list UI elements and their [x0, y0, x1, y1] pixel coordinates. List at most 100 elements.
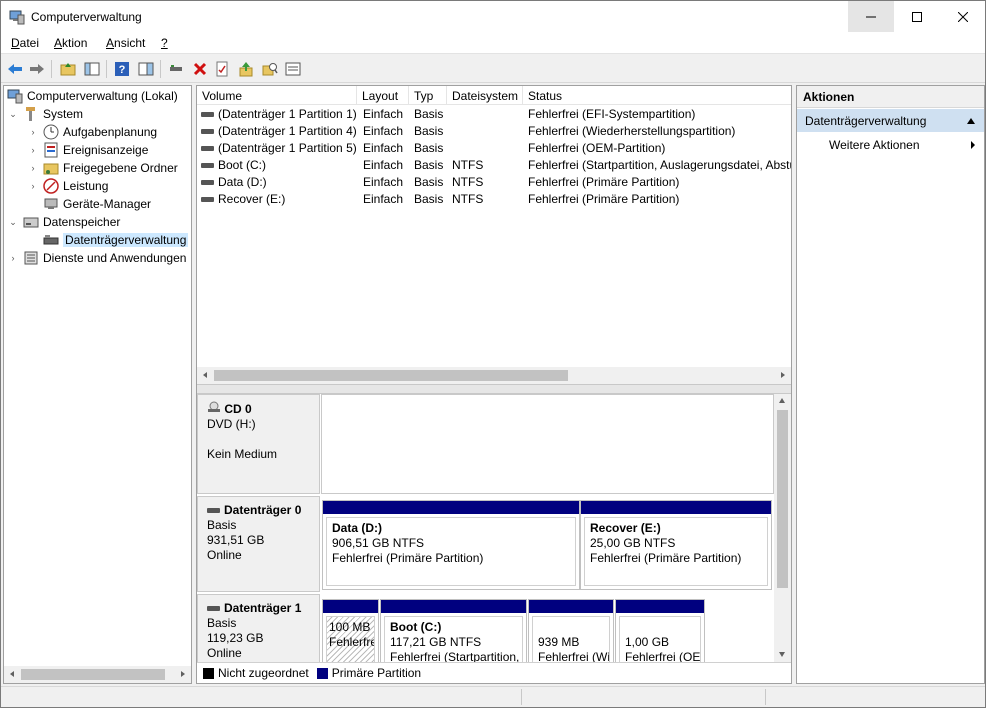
shared-folder-icon — [43, 163, 59, 175]
back-button[interactable] — [5, 59, 25, 79]
tree-item-datenspeicher[interactable]: ⌄ Datenspeicher — [7, 213, 120, 231]
graph-vertical-scrollbar[interactable] — [774, 394, 791, 662]
forward-button[interactable] — [27, 59, 47, 79]
export-button[interactable] — [236, 59, 256, 79]
maximize-button[interactable] — [894, 1, 940, 32]
tree-item-freigegebene-ordner[interactable]: › Freigegebene Ordner — [27, 159, 178, 177]
search-button[interactable] — [260, 59, 280, 79]
connect-button[interactable] — [166, 59, 186, 79]
help-icon: ? — [115, 62, 129, 76]
tree-horizontal-scrollbar[interactable] — [4, 666, 191, 683]
volume-list-horizontal-scrollbar[interactable] — [197, 367, 791, 384]
chevron-right-icon[interactable]: › — [27, 127, 39, 137]
back-arrow-icon — [8, 64, 22, 74]
tree-item-computerverwaltung[interactable]: Computerverwaltung (Lokal) — [7, 87, 178, 105]
show-hide-tree-icon — [84, 62, 100, 76]
pane-splitter[interactable] — [197, 384, 791, 394]
up-level-button[interactable] — [58, 59, 78, 79]
properties-button[interactable] — [212, 59, 232, 79]
clock-icon — [43, 124, 59, 140]
disk-label-disk1[interactable]: Datenträger 1 Basis 119,23 GB Online — [197, 594, 320, 662]
volume-icon — [201, 112, 214, 118]
more-actions-item[interactable]: Weitere Aktionen — [797, 135, 984, 155]
volume-icon — [201, 180, 214, 186]
menu-ansicht[interactable]: Ansicht — [106, 36, 145, 50]
scrollbar-track — [10, 669, 185, 680]
volume-icon — [201, 197, 214, 203]
export-up-icon — [239, 62, 253, 77]
disk-management-icon — [43, 235, 59, 245]
partition-oem[interactable]: 1,00 GB Fehlerfrei (OEM-Partition) — [615, 599, 705, 662]
show-hide-tree-button[interactable] — [82, 59, 102, 79]
performance-icon — [43, 178, 59, 194]
volume-row[interactable]: (Datenträger 1 Partition 4) Einfach Basi… — [197, 123, 791, 140]
column-header-status[interactable]: Status — [523, 86, 791, 105]
list-button[interactable] — [283, 59, 303, 79]
chevron-down-icon[interactable]: ⌄ — [7, 217, 19, 228]
chevron-down-icon[interactable]: ⌄ — [7, 109, 19, 120]
actions-section-disk-management[interactable]: Datenträgerverwaltung — [797, 109, 984, 132]
volume-row[interactable]: Boot (C:) Einfach Basis NTFS Fehlerfrei … — [197, 157, 791, 174]
chevron-right-icon[interactable]: › — [7, 253, 19, 263]
tree-item-geraete-manager[interactable]: Geräte-Manager — [43, 195, 151, 213]
event-viewer-icon — [44, 142, 58, 158]
tools-icon — [26, 107, 35, 121]
delete-button[interactable] — [190, 59, 210, 79]
scrollbar-track — [777, 398, 788, 657]
tree-item-system[interactable]: ⌄ System — [7, 105, 83, 123]
help-button[interactable]: ? — [112, 59, 132, 79]
volume-row[interactable]: (Datenträger 1 Partition 1) Einfach Basi… — [197, 106, 791, 123]
partition-efi[interactable]: 100 MB Fehlerfrei — [322, 599, 379, 662]
volume-list-header: Volume Layout Typ Dateisystem Status — [197, 86, 791, 105]
close-button[interactable] — [940, 1, 986, 32]
computer-management-icon — [7, 89, 23, 104]
volume-icon — [201, 146, 214, 152]
close-icon — [958, 11, 968, 22]
device-manager-icon — [44, 198, 58, 209]
title-bar[interactable]: Computerverwaltung — [1, 1, 985, 32]
menu-help[interactable]: ? — [161, 36, 168, 50]
tree-item-datentraegerverwaltung[interactable]: Datenträgerverwaltung — [43, 231, 189, 249]
scrollbar-track — [203, 370, 785, 381]
legend-swatch-unallocated — [203, 667, 214, 679]
column-header-dateisystem[interactable]: Dateisystem — [447, 86, 523, 105]
disk-icon — [207, 606, 220, 612]
cd0-empty-area — [321, 394, 774, 494]
computer-management-icon — [9, 10, 25, 25]
partition-boot-c[interactable]: Boot (C:) 117,21 GB NTFS Fehlerfrei (Sta… — [380, 599, 527, 662]
menu-datei[interactable]: Datei — [11, 36, 39, 50]
collapse-up-icon — [967, 118, 975, 124]
status-bar — [1, 686, 985, 707]
tree-item-ereignisanzeige[interactable]: › Ereignisanzeige — [27, 141, 148, 159]
tree-item-dienste[interactable]: › Dienste und Anwendungen — [7, 249, 187, 267]
minimize-button[interactable] — [848, 1, 894, 32]
chevron-right-icon[interactable]: › — [27, 181, 39, 191]
services-icon — [24, 251, 38, 265]
menu-aktion[interactable]: Aktion — [54, 36, 87, 50]
main-window: Computerverwaltung Datei Aktion Ansicht … — [0, 0, 986, 708]
console-button[interactable] — [136, 59, 156, 79]
actions-title: Aktionen — [797, 86, 984, 108]
column-header-layout[interactable]: Layout — [357, 86, 409, 105]
actions-pane: Aktionen Datenträgerverwaltung Weitere A… — [796, 85, 985, 684]
volume-row[interactable]: Recover (E:) Einfach Basis NTFS Fehlerfr… — [197, 191, 791, 208]
partition-data-d[interactable]: Data (D:) 906,51 GB NTFS Fehlerfrei (Pri… — [322, 500, 580, 590]
tree-item-leistung[interactable]: › Leistung — [27, 177, 108, 195]
up-folder-icon — [60, 63, 76, 76]
tree-item-aufgabenplanung[interactable]: › Aufgabenplanung — [27, 123, 157, 141]
chevron-right-icon[interactable]: › — [27, 145, 39, 155]
legend-swatch-primary — [316, 667, 328, 679]
disk-label-cd0[interactable]: CD 0 DVD (H:) Kein Medium — [197, 394, 320, 494]
disk-label-disk0[interactable]: Datenträger 0 Basis 931,51 GB Online — [197, 496, 320, 592]
column-header-typ[interactable]: Typ — [409, 86, 447, 105]
volume-row[interactable]: Data (D:) Einfach Basis NTFS Fehlerfrei … — [197, 174, 791, 191]
volume-icon — [201, 163, 214, 169]
partition-recover-e[interactable]: Recover (E:) 25,00 GB NTFS Fehlerfrei (P… — [580, 500, 772, 590]
list-icon — [285, 62, 301, 76]
volume-icon — [201, 129, 214, 135]
chevron-right-icon[interactable]: › — [27, 163, 39, 173]
partition-recovery[interactable]: 939 MB Fehlerfrei (Wiederherstellungspar… — [528, 599, 614, 662]
disk-icon — [207, 508, 220, 514]
column-header-volume[interactable]: Volume — [197, 86, 357, 105]
volume-row[interactable]: (Datenträger 1 Partition 5) Einfach Basi… — [197, 140, 791, 157]
